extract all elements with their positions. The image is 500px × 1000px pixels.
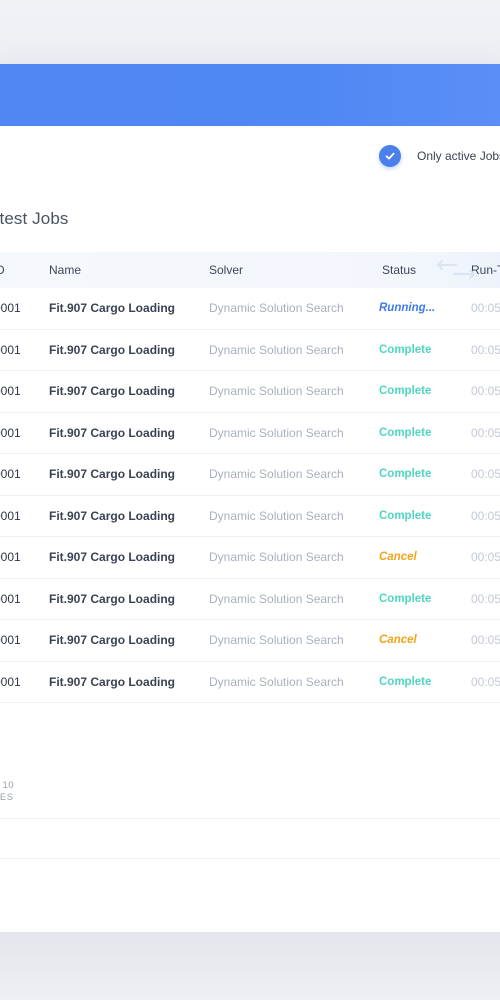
table-row[interactable]: 0001 Fit.907 Cargo Loading Dynamic Solutio… xyxy=(0,496,500,537)
job-status: Complete xyxy=(379,509,432,522)
sort-arrows-icon xyxy=(437,260,475,279)
job-id: 0001 xyxy=(0,342,21,357)
job-name: Fit.907 Cargo Loading xyxy=(49,425,176,440)
column-header-name[interactable]: Name xyxy=(49,252,81,288)
job-id: 0001 xyxy=(0,384,21,398)
job-status: Complete xyxy=(379,468,432,480)
job-runtime: 00:05 xyxy=(471,425,500,440)
job-name: Fit.907 Cargo Loading xyxy=(49,342,176,357)
job-name: Fit.907 Cargo Loading xyxy=(49,467,176,481)
job-runtime: 00:05 xyxy=(471,384,500,398)
table-row[interactable]: 0001 Fit.907 Cargo Loading Dynamic Solutio… xyxy=(0,330,500,371)
header-bar xyxy=(0,64,500,126)
bottom-background xyxy=(0,932,500,1000)
job-solver: Dynamic Solution Search xyxy=(209,591,344,606)
job-name: Fit.907 Cargo Loading xyxy=(49,633,176,647)
job-name: Fit.907 Cargo Loading xyxy=(49,591,176,606)
job-solver: Dynamic Solution Search xyxy=(209,467,344,481)
job-id: 0001 xyxy=(0,550,21,564)
check-icon[interactable] xyxy=(379,145,401,167)
table-row[interactable]: 0001 Fit.907 Cargo Loading Dynamic Solutio… xyxy=(0,620,500,662)
job-status: Complete xyxy=(379,426,432,439)
jobs-table-body: 0001 Fit.907 Cargo Loading Dynamic Solutio… xyxy=(0,288,500,703)
job-id: 0001 xyxy=(0,467,21,481)
job-id: 0001 xyxy=(0,591,21,606)
table-row[interactable]: 0001 Fit.907 Cargo Loading Dynamic Solutio… xyxy=(0,579,500,620)
job-runtime: 00:05 xyxy=(471,508,500,523)
job-status: Complete xyxy=(379,385,432,397)
job-name: Fit.907 Cargo Loading xyxy=(49,384,176,398)
job-name: Fit.907 Cargo Loading xyxy=(49,508,176,523)
job-status: Complete xyxy=(379,675,432,688)
job-runtime: 00:05 xyxy=(471,467,500,481)
column-header-solver[interactable]: Solver xyxy=(209,252,243,288)
job-runtime: 00:05 xyxy=(471,342,500,357)
table-title: atest Jobs xyxy=(0,209,69,228)
top-background xyxy=(0,0,500,64)
job-id: 0001 xyxy=(0,425,21,440)
job-id: 0001 xyxy=(0,633,21,647)
table-header: D Name Solver Status Run-T xyxy=(0,252,500,288)
job-solver: Dynamic Solution Search xyxy=(209,342,344,357)
divider xyxy=(0,858,500,859)
job-runtime: 00:05 xyxy=(471,674,500,689)
job-runtime: 00:05 xyxy=(471,301,500,315)
job-status: Complete xyxy=(379,592,432,605)
job-solver: Dynamic Solution Search xyxy=(209,425,344,440)
divider xyxy=(0,818,500,819)
job-runtime: 00:05 xyxy=(471,591,500,606)
job-solver: Dynamic Solution Search xyxy=(209,633,344,647)
job-name: Fit.907 Cargo Loading xyxy=(49,550,176,564)
job-solver: Dynamic Solution Search xyxy=(209,674,344,689)
table-row[interactable]: 0001 Fit.907 Cargo Loading Dynamic Solutio… xyxy=(0,454,500,496)
active-jobs-filter[interactable]: Only active Jobs xyxy=(379,144,500,168)
pagination-count: N 10 xyxy=(0,780,15,791)
job-name: Fit.907 Cargo Loading xyxy=(49,301,176,315)
job-runtime: 00:05 xyxy=(471,633,500,647)
filter-label: Only active Jobs xyxy=(417,149,500,163)
job-id: 0001 xyxy=(0,301,21,315)
job-name: Fit.907 Cargo Loading xyxy=(49,674,176,689)
job-id: 0001 xyxy=(0,674,21,689)
column-header-id[interactable]: D xyxy=(0,252,5,288)
job-solver: Dynamic Solution Search xyxy=(209,384,344,398)
column-header-status[interactable]: Status xyxy=(382,252,416,288)
table-row[interactable]: 0001 Fit.907 Cargo Loading Dynamic Solutio… xyxy=(0,413,500,454)
table-row[interactable]: 0001 Fit.907 Cargo Loading Dynamic Solutio… xyxy=(0,371,500,413)
pagination[interactable]: N 10 GES xyxy=(0,780,14,804)
pagination-label: GES xyxy=(0,792,14,803)
job-status: Running... xyxy=(379,302,436,314)
job-id: 0001 xyxy=(0,508,21,523)
job-runtime: 00:05 xyxy=(471,550,500,564)
table-row[interactable]: 0001 Fit.907 Cargo Loading Dynamic Solutio… xyxy=(0,662,500,703)
table-row[interactable]: 0001 Fit.907 Cargo Loading Dynamic Solutio… xyxy=(0,537,500,579)
job-status: Cancel xyxy=(379,551,417,563)
job-solver: Dynamic Solution Search xyxy=(209,508,344,523)
job-solver: Dynamic Solution Search xyxy=(209,301,344,315)
job-status: Complete xyxy=(379,343,432,356)
job-status: Cancel xyxy=(379,634,417,646)
table-row[interactable]: 0001 Fit.907 Cargo Loading Dynamic Solutio… xyxy=(0,288,500,330)
job-solver: Dynamic Solution Search xyxy=(209,550,344,564)
